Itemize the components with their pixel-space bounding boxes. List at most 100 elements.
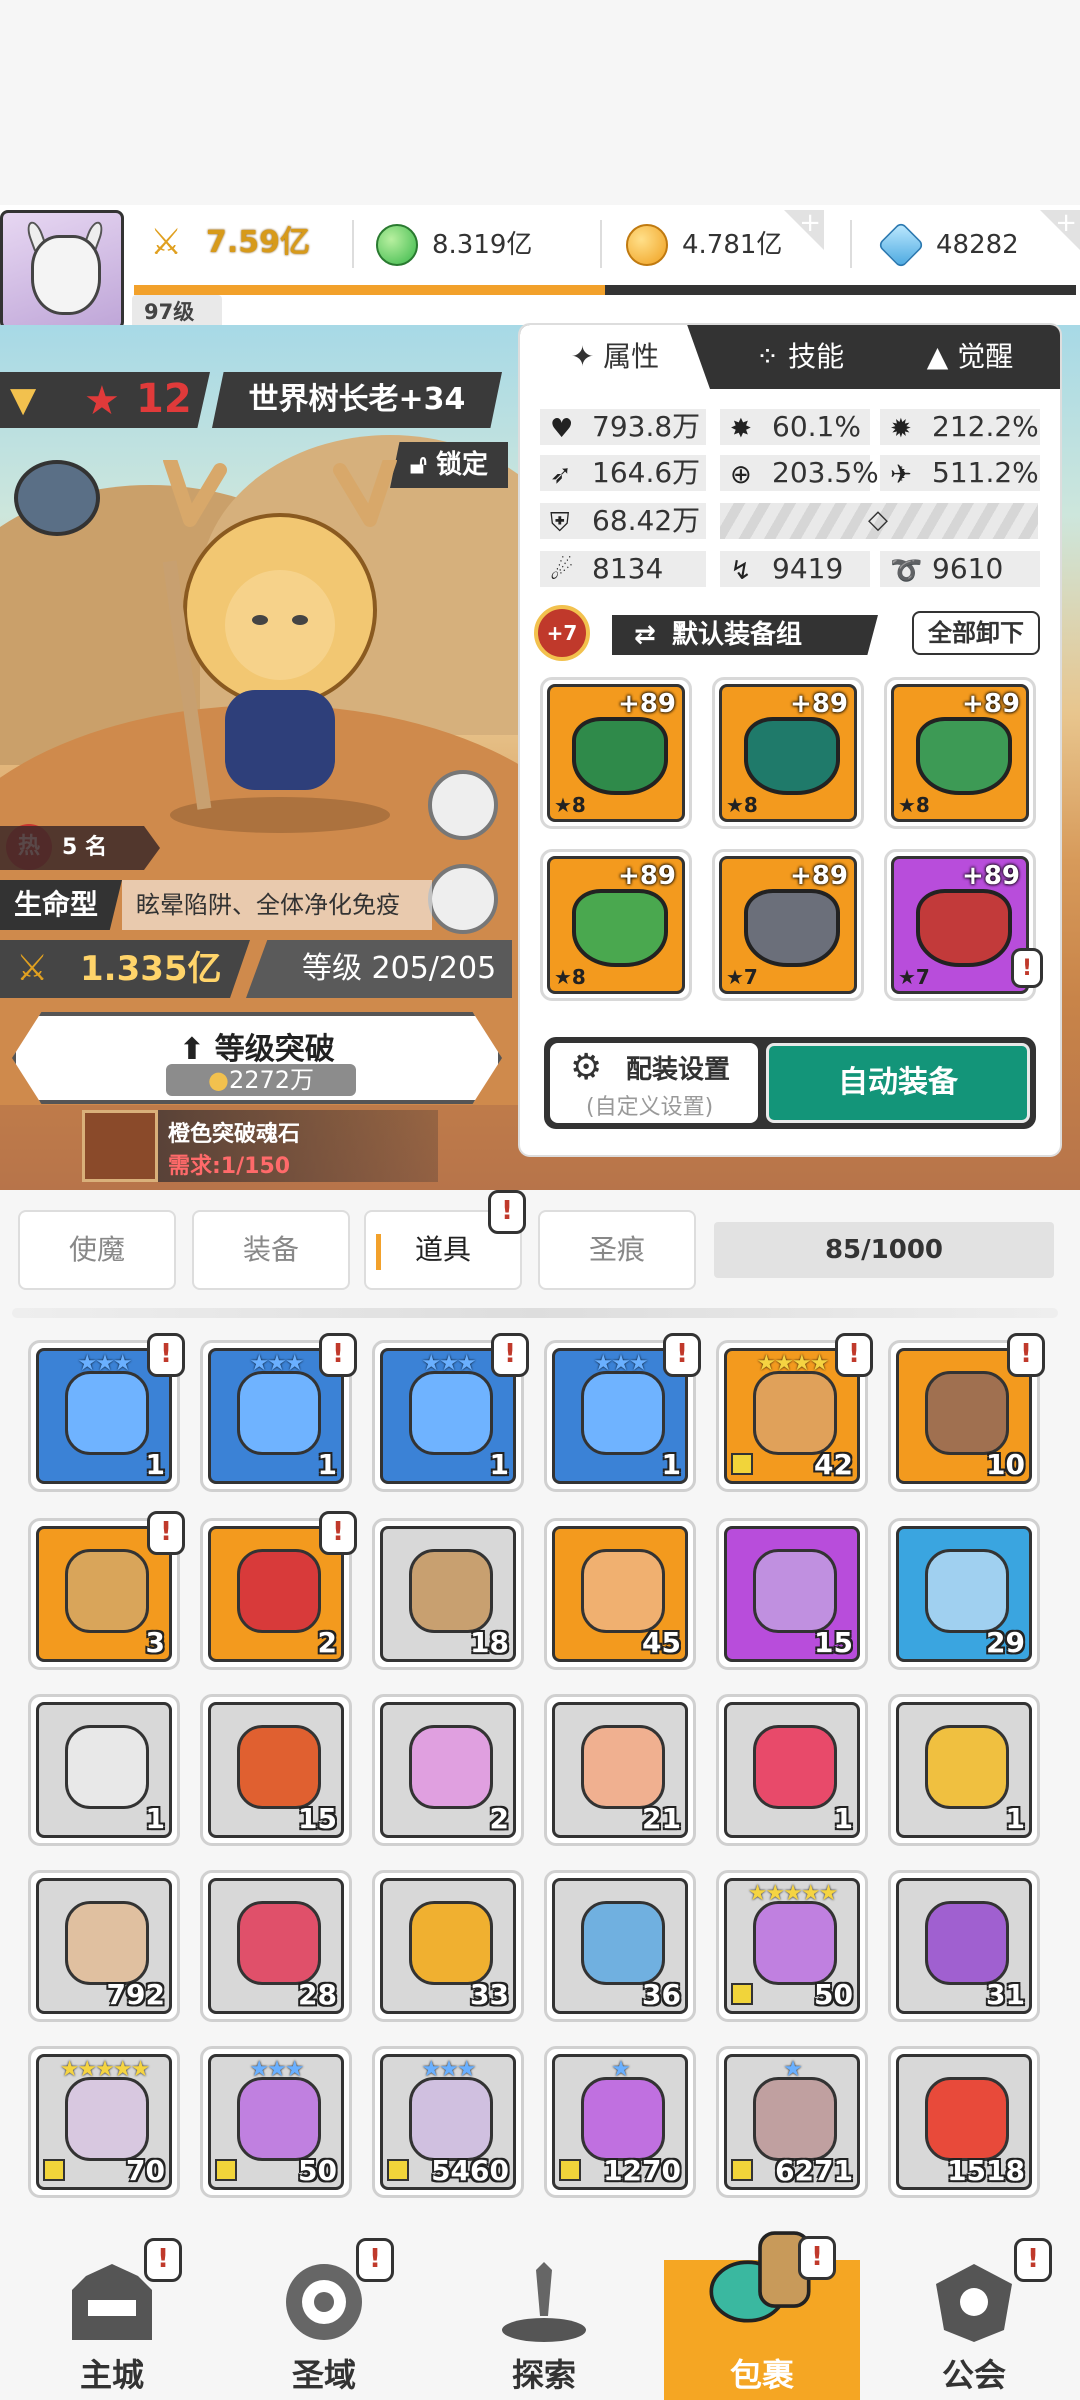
- inventory-item[interactable]: ★★★ 5460: [372, 2046, 524, 2198]
- hero-lock-badge-icon[interactable]: [14, 460, 100, 536]
- item-count: 45: [642, 1626, 681, 1659]
- soul-stone-icon: [82, 1110, 158, 1182]
- nav-explore[interactable]: 探索: [454, 2220, 634, 2400]
- equipment-frame: +89 ★8: [547, 684, 685, 822]
- inventory-item[interactable]: 1518: [888, 2046, 1040, 2198]
- hero-level: 等级 205/205: [246, 940, 512, 998]
- wind-icon: ☄: [550, 556, 574, 586]
- item-type-icon: [559, 2159, 581, 2181]
- inventory-item[interactable]: 2: [372, 1694, 524, 1846]
- auto-equip-button[interactable]: 自动装备: [766, 1043, 1030, 1123]
- hero-traits: 眩晕陷阱、全体净化免疫: [122, 880, 432, 930]
- item-icon: [237, 1549, 321, 1633]
- item-icon: [237, 1725, 321, 1809]
- stat-defense: ⛨ 68.42万: [540, 503, 706, 539]
- inventory-item[interactable]: ★ 6271: [716, 2046, 868, 2198]
- item-count: 33: [470, 1978, 509, 2011]
- inventory-item[interactable]: 29: [888, 1518, 1040, 1670]
- refresh-icon[interactable]: [428, 864, 498, 934]
- tab-awaken[interactable]: ▲ 觉醒: [890, 325, 1050, 389]
- inventory-item[interactable]: 28: [200, 1870, 352, 2022]
- nav-sanctum[interactable]: 圣域 !: [234, 2220, 414, 2400]
- stat-attack: ➶ 164.6万: [540, 455, 706, 491]
- attribute-panel: ✦ 属性 ⁘ 技能 ▲ 觉醒 ♥ 793.8万 ✸ 60.1% ✹ 212.2% ➶ 1…: [520, 325, 1060, 1155]
- player-avatar[interactable]: [0, 210, 124, 330]
- item-frame: 1518: [896, 2054, 1032, 2190]
- sun-icon: ✹: [890, 414, 912, 444]
- item-icon: [925, 1725, 1009, 1809]
- item-icon: [753, 2077, 837, 2161]
- locked-stat-row: ◇: [720, 503, 1038, 539]
- nav-main-city[interactable]: 主城 !: [22, 2220, 202, 2400]
- equipment-slot[interactable]: +89 ★8: [540, 849, 692, 1001]
- player-level: 97级: [132, 295, 222, 329]
- stat-special-1: ☄ 8134: [540, 551, 706, 587]
- item-icon: [581, 1549, 665, 1633]
- inventory-item[interactable]: 3!: [28, 1511, 185, 1670]
- hero-type: 生命型: [0, 880, 122, 930]
- equipment-frame: +89 ★7: [891, 856, 1029, 994]
- nav-guild[interactable]: 公会 !: [884, 2220, 1064, 2400]
- tab-equipment[interactable]: 装备: [192, 1210, 350, 1290]
- inventory-item[interactable]: ★★★ 1!: [544, 1333, 701, 1492]
- stat-crit-damage: ✹ 212.2%: [880, 409, 1040, 445]
- inventory-item[interactable]: 36: [544, 1870, 696, 2022]
- item-icon: [925, 1371, 1009, 1455]
- inventory-item[interactable]: 15: [200, 1694, 352, 1846]
- inventory-item[interactable]: 33: [372, 1870, 524, 2022]
- stat-accuracy: ⊕ 203.5%: [720, 455, 879, 491]
- inventory-item[interactable]: 18: [372, 1518, 524, 1670]
- enhance-level: +89: [618, 689, 676, 719]
- hero-name: 世界树长老+34: [212, 372, 502, 428]
- item-count: 15: [814, 1626, 853, 1659]
- config-settings-button[interactable]: ⚙ 配装设置 (自定义设置): [550, 1043, 758, 1123]
- stat-special-2: ↯ 9419: [720, 551, 870, 587]
- inventory-item[interactable]: ★★★★ 42!: [716, 1333, 873, 1492]
- inventory-item[interactable]: 1: [716, 1694, 868, 1846]
- section-divider: [12, 1308, 1058, 1318]
- stat-crit: ✸ 60.1%: [720, 409, 870, 445]
- nav-bag[interactable]: 包裹 !: [664, 2231, 860, 2400]
- equipment-slot[interactable]: +89 ★7!: [884, 849, 1043, 1001]
- inventory-item[interactable]: 10!: [888, 1333, 1045, 1492]
- equip-group-selector[interactable]: ⇄ 默认装备组: [612, 615, 878, 655]
- item-icon: [65, 2077, 149, 2161]
- inventory-item[interactable]: 1: [888, 1694, 1040, 1846]
- inventory-item[interactable]: 1: [28, 1694, 180, 1846]
- equipment-slot[interactable]: +89 ★8: [540, 677, 692, 829]
- tab-familiars[interactable]: 使魔: [18, 1210, 176, 1290]
- breakthrough-label: ⬆ 等级突破: [179, 1032, 335, 1067]
- tab-attributes[interactable]: ✦ 属性: [520, 325, 710, 389]
- equipment-slot[interactable]: +89 ★7: [712, 849, 864, 1001]
- tab-stigmata[interactable]: 圣痕: [538, 1210, 696, 1290]
- item-stars: ★★★: [421, 2057, 476, 2082]
- item-count: 10: [986, 1448, 1025, 1481]
- inventory-item[interactable]: ★★★★★ 70: [28, 2046, 180, 2198]
- item-icon: [581, 1901, 665, 1985]
- inventory-item[interactable]: 45: [544, 1518, 696, 1670]
- inventory-item[interactable]: 792: [28, 1870, 180, 2022]
- equipment-slot[interactable]: +89 ★8: [712, 677, 864, 829]
- item-icon: [65, 1549, 149, 1633]
- inventory-item[interactable]: ★★★★★ 50: [716, 1870, 868, 2022]
- inventory-item[interactable]: 2!: [200, 1511, 357, 1670]
- breakthrough-button[interactable]: ⬆ 等级突破 ●2272万: [12, 1012, 502, 1104]
- inventory-item[interactable]: 31: [888, 1870, 1040, 2022]
- unequip-all-button[interactable]: 全部卸下: [912, 611, 1040, 655]
- swirl-icon: ➰: [890, 556, 923, 586]
- hero-skin-button[interactable]: [428, 770, 498, 840]
- inventory-item[interactable]: ★ 1270: [544, 2046, 696, 2198]
- inventory-item[interactable]: ★★★ 1!: [200, 1333, 357, 1492]
- inventory-item[interactable]: ★★★ 1!: [28, 1333, 185, 1492]
- equip-enhance-badge[interactable]: +7: [534, 605, 590, 661]
- inventory-item[interactable]: ★★★ 1!: [372, 1333, 529, 1492]
- green-orb-icon: [376, 224, 418, 266]
- bag-capacity: 85/1000: [714, 1222, 1054, 1278]
- inventory-item[interactable]: 21: [544, 1694, 696, 1846]
- inventory-item[interactable]: ★★★ 50: [200, 2046, 352, 2198]
- status-area: [0, 0, 1080, 200]
- breakthrough-material[interactable]: 橙色突破魂石 需求:1/150: [82, 1110, 438, 1182]
- tab-skills[interactable]: ⁘ 技能: [720, 325, 880, 389]
- inventory-item[interactable]: 15: [716, 1518, 868, 1670]
- equipment-slot[interactable]: +89 ★8: [884, 677, 1036, 829]
